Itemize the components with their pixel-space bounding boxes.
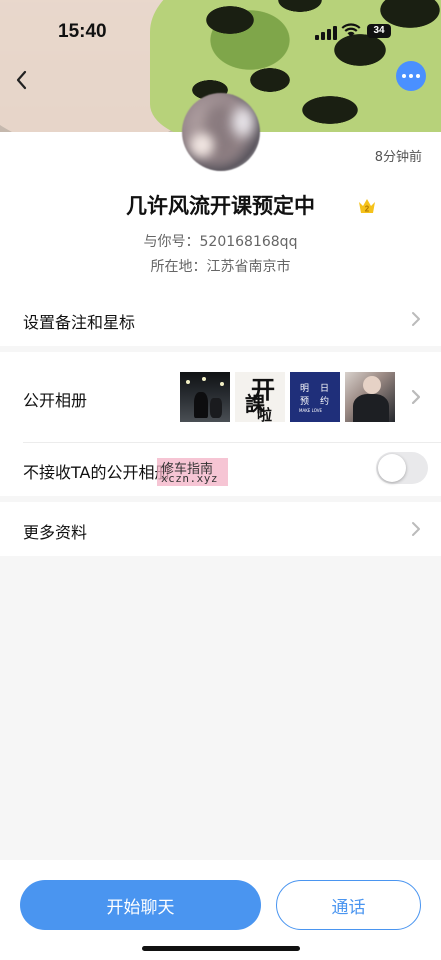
- album-chevron-right-icon: [412, 390, 420, 404]
- level-number: 2: [365, 205, 370, 214]
- back-arrow-icon[interactable]: [10, 66, 34, 94]
- set-remark-row[interactable]: 设置备注和星标: [0, 292, 441, 346]
- album-thumbnail-portrait[interactable]: [345, 372, 395, 422]
- location: 所在地：江苏省南京市: [150, 259, 291, 275]
- set-remark-label: 设置备注和星标: [23, 313, 136, 332]
- dot-icon: [402, 74, 406, 78]
- more-info-row[interactable]: 更多资料: [0, 502, 441, 556]
- cellular-signal-icon: [315, 24, 337, 40]
- call-button[interactable]: 通话: [276, 880, 421, 930]
- watermark-line2: xczn.xyz: [161, 472, 218, 485]
- toggle-knob: [378, 454, 406, 482]
- chevron-right-icon: [412, 522, 420, 536]
- wifi-icon: [341, 23, 361, 37]
- bottom-action-bar: 开始聊天 通话: [0, 860, 441, 960]
- dot-icon: [409, 74, 413, 78]
- public-album-label: 公开相册: [23, 391, 88, 410]
- block-album-label: 不接收TA的公开相册: [23, 463, 171, 482]
- album-thumbnail-calligraphy[interactable]: 开 課 啦: [235, 372, 285, 422]
- start-chat-button[interactable]: 开始聊天: [20, 880, 261, 930]
- more-options-button[interactable]: [396, 61, 426, 91]
- level-crown-icon: 2: [359, 199, 375, 214]
- battery-icon: 34: [367, 24, 391, 38]
- home-indicator[interactable]: [142, 946, 300, 951]
- account-id: 与你号：520168168qq: [143, 234, 298, 250]
- dot-icon: [416, 74, 420, 78]
- last-active-time: 8分钟前: [374, 150, 422, 165]
- chevron-right-icon: [412, 312, 420, 326]
- watermark: 修车指南 xczn.xyz: [157, 458, 228, 486]
- album-thumbnail-gym[interactable]: [180, 372, 230, 422]
- more-info-label: 更多资料: [23, 523, 88, 542]
- album-thumbnail-card[interactable]: 明 日 预 约 MAKE LOVE: [290, 372, 340, 422]
- block-album-toggle[interactable]: [376, 452, 428, 484]
- status-bar: 15:40 34: [0, 0, 441, 60]
- row-divider: [23, 442, 441, 443]
- avatar[interactable]: [182, 93, 260, 171]
- status-time: 15:40: [58, 21, 107, 42]
